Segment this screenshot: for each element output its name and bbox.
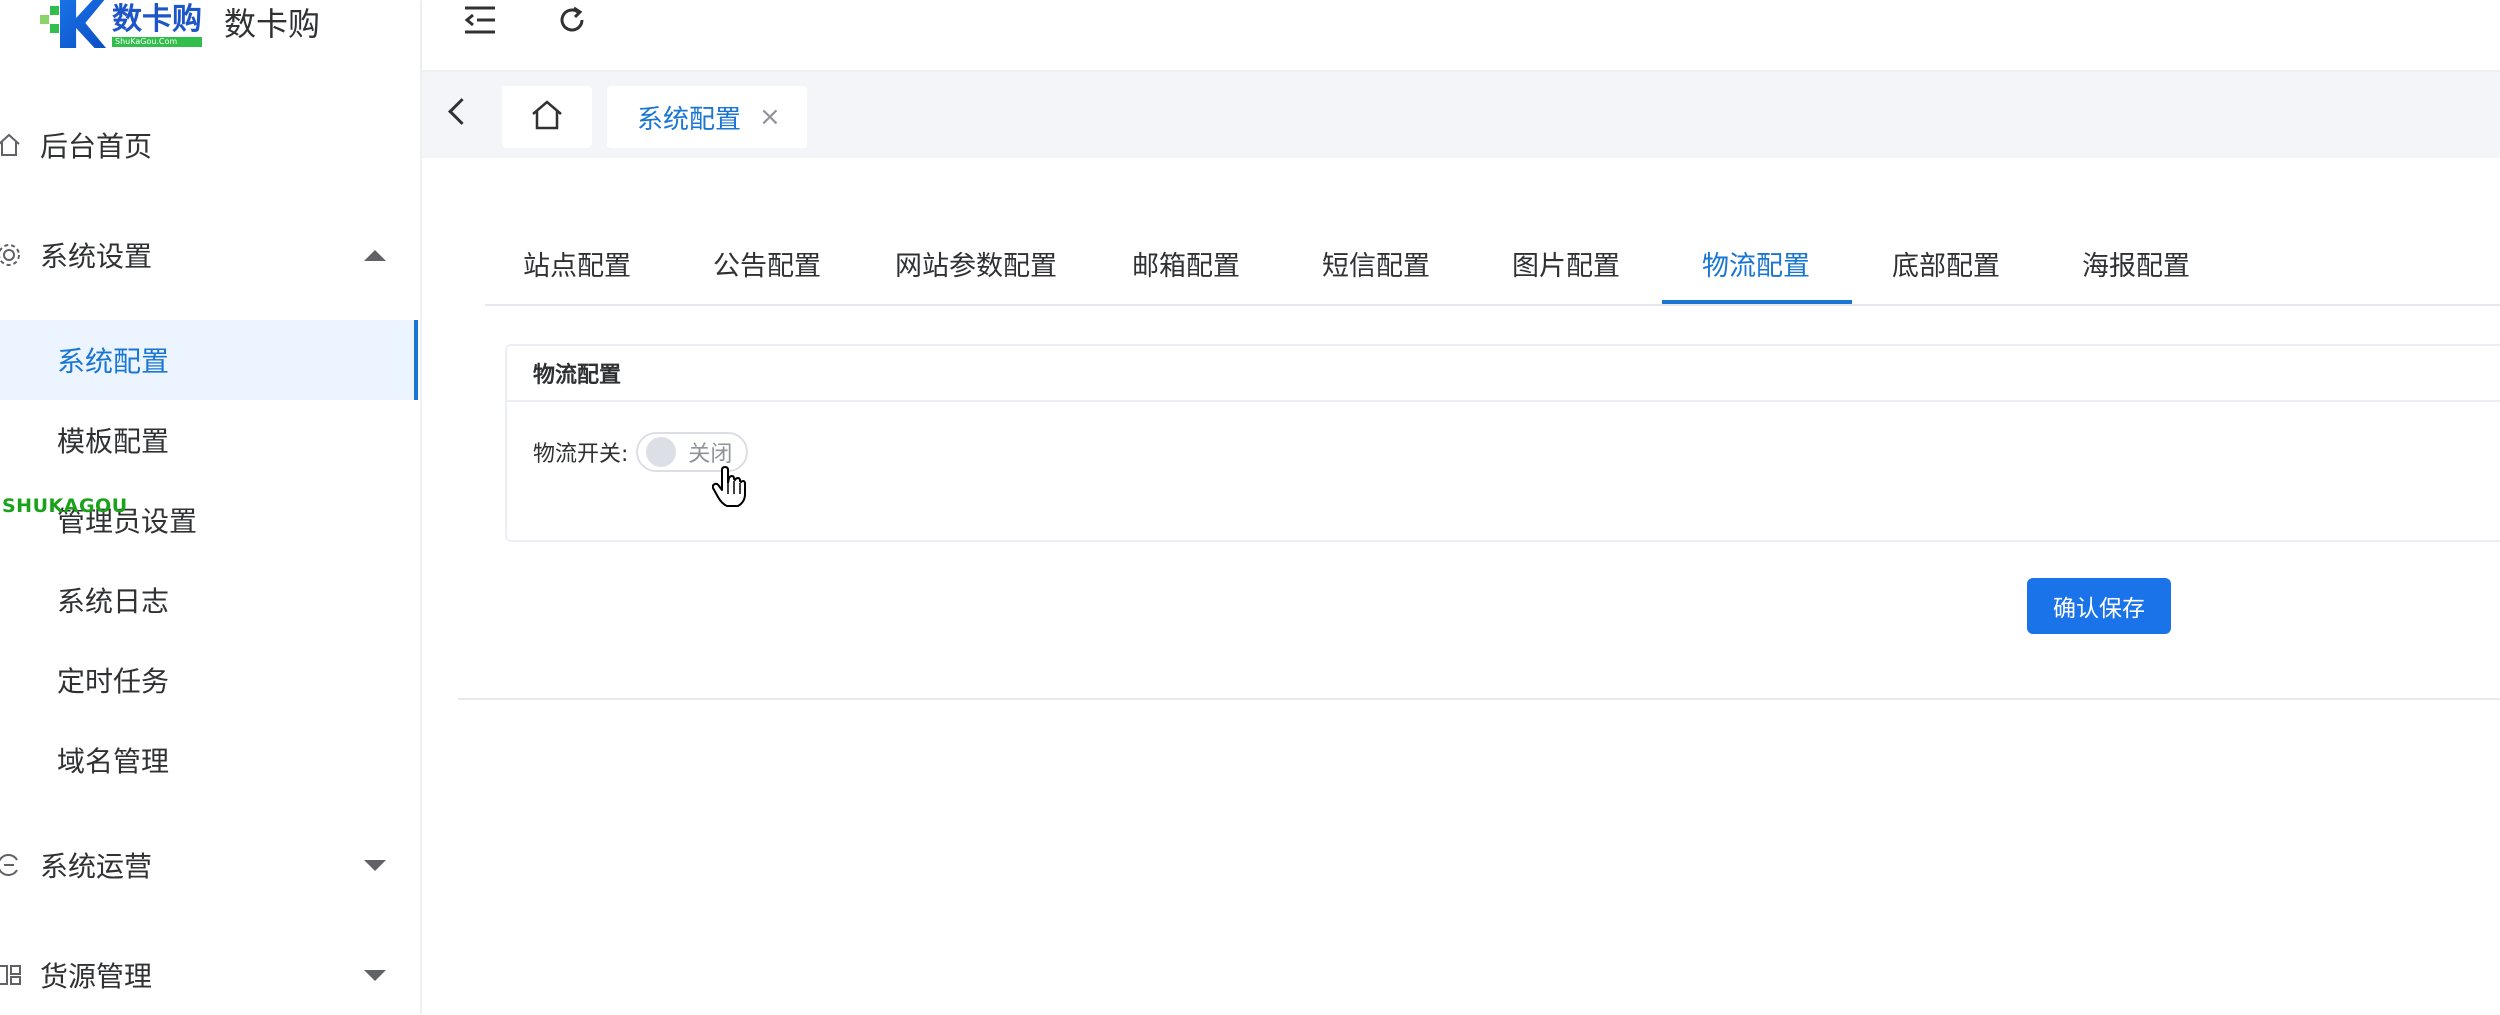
tab-footer-config[interactable]: 底部配置 bbox=[1892, 224, 2000, 302]
sidebar-item-label: 货源管理 bbox=[40, 960, 153, 993]
tab-label: 短信配置 bbox=[1322, 250, 1430, 282]
tag-system-config[interactable]: 系统配置 × bbox=[607, 86, 807, 148]
watermark-text: SHUKAGOU bbox=[2, 495, 128, 517]
sidebar-subitem-system-log[interactable]: 系统日志 bbox=[0, 560, 418, 640]
logistics-config-card: 物流配置 物流开关: 关闭 bbox=[505, 344, 2500, 542]
tab-image-config[interactable]: 图片配置 bbox=[1512, 224, 1620, 302]
gear-icon bbox=[0, 242, 22, 268]
sidebar-subitem-scheduled-tasks[interactable]: 定时任务 bbox=[0, 640, 418, 720]
logo[interactable]: 数卡购 ShuKaGou.Com 数卡购 bbox=[40, 0, 321, 50]
sidebar-subitem-label: 模板配置 bbox=[57, 425, 170, 458]
top-bar bbox=[422, 0, 2500, 72]
sidebar-subitem-label: 系统配置 bbox=[57, 345, 170, 378]
sidebar-item-system-settings[interactable]: 系统设置 bbox=[0, 215, 418, 295]
sidebar-subitem-label: 域名管理 bbox=[57, 745, 170, 778]
tab-label: 站点配置 bbox=[523, 250, 631, 282]
tab-site-params-config[interactable]: 网站参数配置 bbox=[895, 224, 1057, 302]
sidebar-subitem-admin-settings[interactable]: 管理员设置 bbox=[0, 480, 418, 560]
chevron-down-icon bbox=[364, 969, 386, 981]
logistics-switch-label: 物流开关: bbox=[533, 442, 629, 467]
operation-icon bbox=[0, 852, 22, 878]
card-title: 物流配置 bbox=[507, 346, 2500, 402]
chevron-down-icon bbox=[364, 859, 386, 871]
logo-wordmark: 数卡购 ShuKaGou.Com bbox=[112, 3, 202, 47]
sidebar-subitem-system-config[interactable]: 系统配置 bbox=[0, 320, 418, 400]
chevron-left-icon[interactable] bbox=[448, 98, 475, 125]
tags-bar: 系统配置 × bbox=[422, 72, 2500, 158]
logo-cn-text: 数卡购 bbox=[112, 2, 202, 37]
logo-en-text: ShuKaGou.Com bbox=[112, 37, 202, 47]
tab-label: 物流配置 bbox=[1702, 250, 1810, 282]
confirm-save-button[interactable]: 确认保存 bbox=[2027, 578, 2171, 634]
refresh-icon[interactable] bbox=[552, 0, 592, 40]
sidebar-item-supply-management[interactable]: 货源管理 bbox=[0, 935, 418, 1015]
tab-logistics-config[interactable]: 物流配置 bbox=[1702, 224, 1810, 302]
config-tabs: 站点配置 公告配置 网站参数配置 邮箱配置 短信配置 图片配置 物流配置 底部配… bbox=[485, 224, 2500, 306]
tab-label: 海报配置 bbox=[2082, 250, 2190, 282]
tag-label: 系统配置 bbox=[637, 104, 742, 135]
tab-poster-config[interactable]: 海报配置 bbox=[2082, 224, 2190, 302]
active-tab-indicator bbox=[1662, 300, 1852, 304]
tab-label: 图片配置 bbox=[1512, 250, 1620, 282]
close-icon[interactable]: × bbox=[759, 104, 781, 130]
chevron-up-icon bbox=[364, 249, 386, 261]
sidebar-item-label: 系统设置 bbox=[40, 240, 153, 273]
sidebar-subitem-domain-management[interactable]: 域名管理 bbox=[0, 720, 418, 800]
divider bbox=[458, 698, 2500, 700]
sidebar-item-dashboard[interactable]: 后台首页 bbox=[0, 105, 418, 185]
tab-email-config[interactable]: 邮箱配置 bbox=[1132, 224, 1240, 302]
tab-notice-config[interactable]: 公告配置 bbox=[713, 224, 821, 302]
tab-sms-config[interactable]: 短信配置 bbox=[1322, 224, 1430, 302]
sidebar-subitem-label: 系统日志 bbox=[57, 585, 170, 618]
grid-icon bbox=[0, 962, 22, 988]
sidebar-item-label: 后台首页 bbox=[40, 130, 153, 163]
switch-state-text: 关闭 bbox=[688, 442, 733, 467]
tab-label: 公告配置 bbox=[713, 250, 821, 282]
home-icon bbox=[530, 99, 564, 135]
tab-site-config[interactable]: 站点配置 bbox=[523, 224, 631, 302]
sidebar-subitem-label: 定时任务 bbox=[57, 665, 170, 698]
app-title: 数卡购 bbox=[224, 5, 321, 43]
tab-label: 网站参数配置 bbox=[895, 250, 1057, 282]
tab-label: 底部配置 bbox=[1892, 250, 2000, 282]
collapse-menu-icon[interactable] bbox=[460, 0, 500, 40]
sidebar-item-label: 系统运营 bbox=[40, 850, 153, 883]
sidebar: 数卡购 ShuKaGou.Com 数卡购 后台首页 系统设置 系统配置 模板配置… bbox=[0, 0, 422, 1014]
home-icon bbox=[0, 132, 22, 158]
switch-knob bbox=[646, 437, 677, 467]
sidebar-subitem-template-config[interactable]: 模板配置 bbox=[0, 400, 418, 480]
sidebar-item-system-operation[interactable]: 系统运营 bbox=[0, 825, 418, 905]
hand-cursor-icon bbox=[711, 466, 746, 512]
tag-home[interactable] bbox=[502, 86, 592, 148]
tab-label: 邮箱配置 bbox=[1132, 250, 1240, 282]
logo-mark bbox=[40, 0, 106, 48]
